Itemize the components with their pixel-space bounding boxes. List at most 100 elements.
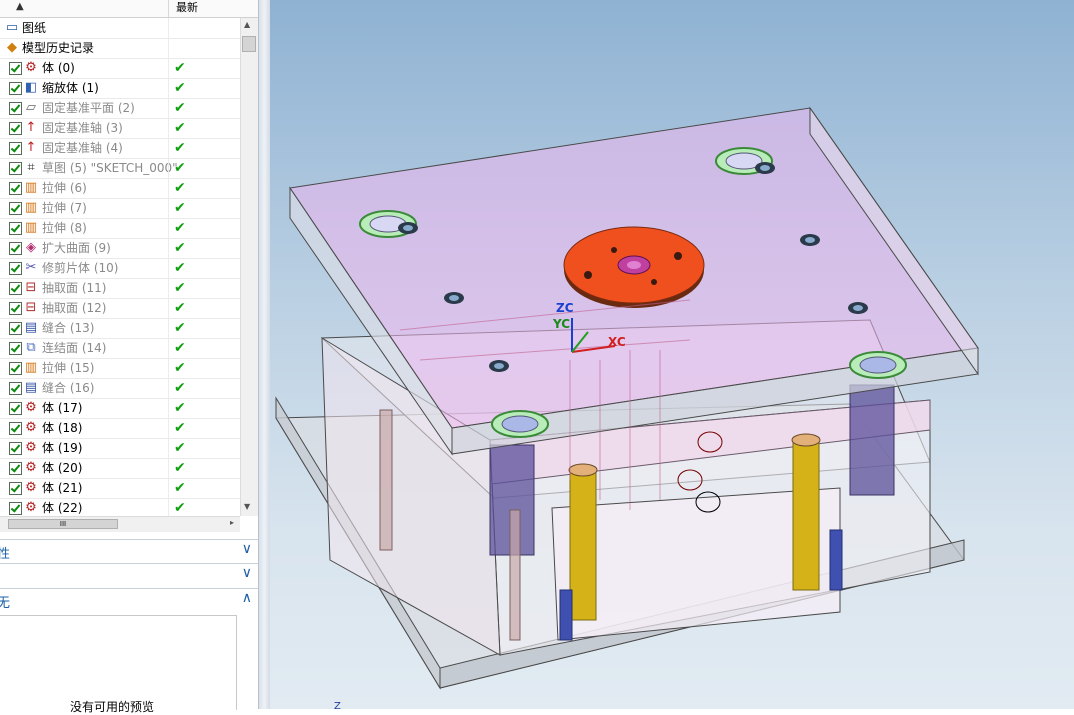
tree-row[interactable]: ⚙ 体 (21) ✔	[0, 478, 240, 499]
enlarge-surface-icon: ◈	[26, 240, 36, 255]
column-divider	[168, 438, 169, 458]
tree-row[interactable]: ▭ 图纸	[0, 18, 240, 39]
visibility-checkbox[interactable]	[9, 442, 22, 455]
column-divider	[168, 198, 169, 218]
scroll-up-icon[interactable]: ▲	[244, 20, 250, 29]
visibility-checkbox[interactable]	[9, 322, 22, 335]
visibility-checkbox[interactable]	[9, 162, 22, 175]
scroll-thumb[interactable]	[242, 36, 256, 52]
tree-row[interactable]: ⚙ 体 (0) ✔	[0, 58, 240, 79]
visibility-checkbox[interactable]	[9, 222, 22, 235]
up-to-date-check-icon: ✔	[174, 260, 186, 276]
column-divider	[168, 278, 169, 298]
tree-row[interactable]: ▥ 拉伸 (7) ✔	[0, 198, 240, 219]
visibility-checkbox[interactable]	[9, 482, 22, 495]
chevron-down-icon[interactable]: ∨	[242, 541, 252, 557]
visibility-checkbox[interactable]	[9, 82, 22, 95]
graphics-viewport[interactable]: ZC YC XC Z	[270, 0, 1074, 709]
tree-row[interactable]: ▥ 拉伸 (8) ✔	[0, 218, 240, 239]
tree-row-label: 草图 (5) "SKETCH_000"	[42, 161, 178, 175]
chevron-up-icon[interactable]: ∧	[242, 590, 252, 606]
column-divider	[168, 498, 169, 516]
tree-row-label: 拉伸 (15)	[42, 361, 95, 375]
horizontal-scrollbar[interactable]: III ▸	[0, 516, 240, 532]
up-to-date-check-icon: ✔	[174, 500, 186, 516]
tree-row[interactable]: ▤ 缝合 (16) ✔	[0, 378, 240, 399]
visibility-checkbox[interactable]	[9, 302, 22, 315]
yc-label: YC	[552, 317, 570, 331]
column-divider	[168, 38, 169, 58]
visibility-checkbox[interactable]	[9, 422, 22, 435]
tree-row[interactable]: ▱ 固定基准平面 (2) ✔	[0, 98, 240, 119]
up-to-date-check-icon: ✔	[174, 140, 186, 156]
hscroll-thumb[interactable]: III	[8, 519, 118, 529]
tree-row[interactable]: ↑ 固定基准轴 (3) ✔	[0, 118, 240, 139]
section-details[interactable]: ∨	[0, 563, 258, 586]
datum-plane-icon: ▱	[26, 100, 36, 115]
visibility-checkbox[interactable]	[9, 122, 22, 135]
column-divider	[168, 378, 169, 398]
chevron-down-icon[interactable]: ∨	[242, 565, 252, 581]
tree-row[interactable]: ◆ 模型历史记录	[0, 38, 240, 59]
column-divider	[168, 138, 169, 158]
column-divider	[168, 238, 169, 258]
tree-row[interactable]: ▥ 拉伸 (15) ✔	[0, 358, 240, 379]
up-to-date-check-icon: ✔	[174, 460, 186, 476]
tree-row[interactable]: ⊟ 抽取面 (12) ✔	[0, 298, 240, 319]
section-preview[interactable]: 无 ∧	[0, 588, 258, 611]
column-divider	[168, 358, 169, 378]
drawing-icon: ▭	[5, 20, 19, 35]
tree-row[interactable]: ✂ 修剪片体 (10) ✔	[0, 258, 240, 279]
vertical-scrollbar[interactable]: ▲ ▼	[240, 18, 258, 516]
column-latest-header[interactable]: 最新	[168, 0, 198, 17]
up-to-date-check-icon: ✔	[174, 280, 186, 296]
tree-row[interactable]: ⊟ 抽取面 (11) ✔	[0, 278, 240, 299]
visibility-checkbox[interactable]	[9, 62, 22, 75]
tree-row[interactable]: ⌗ 草图 (5) "SKETCH_000" ✔	[0, 158, 240, 179]
tree-row[interactable]: ⚙ 体 (17) ✔	[0, 398, 240, 419]
visibility-checkbox[interactable]	[9, 462, 22, 475]
visibility-checkbox[interactable]	[9, 382, 22, 395]
section-properties[interactable]: 性 ∨	[0, 539, 258, 562]
tree-row-label: 固定基准轴 (4)	[42, 141, 123, 155]
visibility-checkbox[interactable]	[9, 342, 22, 355]
trim-sheet-icon: ✂	[25, 260, 37, 275]
visibility-checkbox[interactable]	[9, 262, 22, 275]
body-icon: ⚙	[25, 500, 37, 515]
tree-row[interactable]: ⚙ 体 (18) ✔	[0, 418, 240, 439]
scroll-down-icon[interactable]: ▼	[244, 502, 250, 511]
visibility-checkbox[interactable]	[9, 402, 22, 415]
tree-row[interactable]: ▥ 拉伸 (6) ✔	[0, 178, 240, 199]
scale-body-icon: ◧	[24, 80, 38, 95]
visibility-checkbox[interactable]	[9, 102, 22, 115]
tree-row[interactable]: ◧ 缩放体 (1) ✔	[0, 78, 240, 99]
extrude-icon: ▥	[24, 200, 38, 215]
visibility-checkbox[interactable]	[9, 502, 22, 515]
tree-row[interactable]: ⧉ 连结面 (14) ✔	[0, 338, 240, 359]
column-divider	[168, 258, 169, 278]
mold-assembly-model[interactable]: ZC YC XC Z	[270, 0, 1074, 709]
visibility-checkbox[interactable]	[9, 242, 22, 255]
visibility-checkbox[interactable]	[9, 282, 22, 295]
tree-row-label: 缝合 (13)	[42, 321, 95, 335]
sort-arrow-icon[interactable]: ▲	[16, 1, 24, 12]
visibility-checkbox[interactable]	[9, 142, 22, 155]
column-divider	[168, 58, 169, 78]
column-divider	[168, 18, 169, 38]
visibility-checkbox[interactable]	[9, 362, 22, 375]
model-history-tree: ▭ 图纸 ◆ 模型历史记录 ⚙ 体 (0) ✔ ◧ 缩放体 (1) ✔ ▱ 固定基准平面 (2) ✔ ↑ 固…	[0, 18, 240, 516]
tree-row[interactable]: ◈ 扩大曲面 (9) ✔	[0, 238, 240, 259]
tree-row[interactable]: ▤ 缝合 (13) ✔	[0, 318, 240, 339]
tree-row[interactable]: ↑ 固定基准轴 (4) ✔	[0, 138, 240, 159]
visibility-checkbox[interactable]	[9, 202, 22, 215]
scroll-right-icon[interactable]: ▸	[230, 518, 234, 527]
tree-row-label: 拉伸 (7)	[42, 201, 87, 215]
up-to-date-check-icon: ✔	[174, 360, 186, 376]
up-to-date-check-icon: ✔	[174, 400, 186, 416]
tree-row[interactable]: ⚙ 体 (19) ✔	[0, 438, 240, 459]
visibility-checkbox[interactable]	[9, 182, 22, 195]
up-to-date-check-icon: ✔	[174, 120, 186, 136]
tree-row[interactable]: ⚙ 体 (22) ✔	[0, 498, 240, 516]
column-divider	[168, 158, 169, 178]
tree-row[interactable]: ⚙ 体 (20) ✔	[0, 458, 240, 479]
